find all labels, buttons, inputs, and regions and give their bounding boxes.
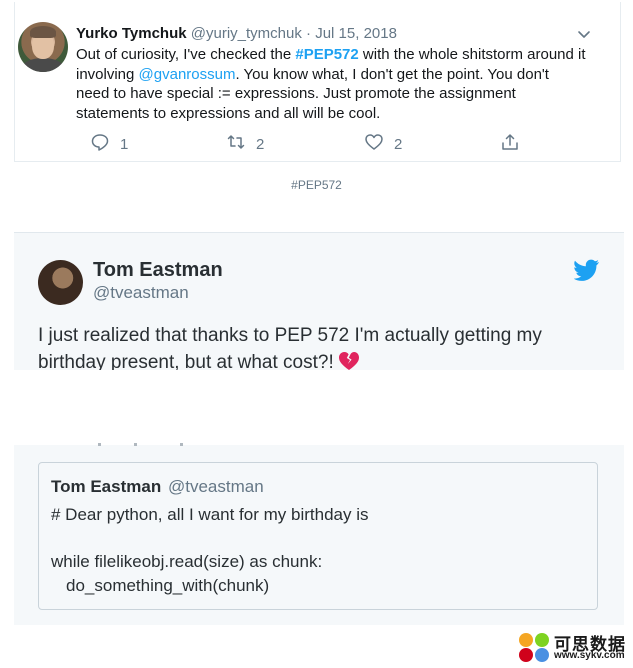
hashtag-link[interactable]: #PEP572	[295, 46, 358, 63]
like-count: 2	[394, 135, 403, 153]
retweet-count: 2	[256, 135, 265, 153]
quoted-author-name: Tom Eastman	[51, 477, 162, 496]
like-button[interactable]: 2	[364, 133, 402, 155]
tweet-text: Out of curiosity, I've checked the #PEP5…	[76, 45, 586, 123]
twitter-bird-icon	[573, 259, 600, 281]
broken-heart-icon	[338, 351, 360, 371]
heart-outline-icon	[364, 132, 384, 156]
tweet-header: Yurko Tymchuk @yuriy_tymchuk · Jul 15, 2…	[76, 24, 397, 44]
reply-button[interactable]: 1	[90, 133, 128, 155]
watermark: 可思数据 www.sykv.com	[517, 629, 631, 665]
avatar	[38, 260, 83, 305]
retweet-icon	[226, 132, 246, 156]
watermark-url: www.sykv.com	[554, 650, 625, 661]
watermark-logo-icon	[519, 633, 549, 662]
author-name[interactable]: Yurko Tymchuk	[76, 25, 187, 42]
share-icon	[500, 132, 520, 156]
tweet-text-part: Out of curiosity, I've checked the	[76, 46, 296, 63]
avatar[interactable]	[18, 22, 68, 72]
author-handle[interactable]: @yuriy_tymchuk	[191, 25, 302, 42]
quoted-text-line: do_something_with(chunk)	[66, 576, 270, 595]
hashtag-caption: #PEP572	[291, 178, 342, 192]
mention-link[interactable]: @gvanrossum	[139, 66, 236, 83]
retweet-button[interactable]: 2	[226, 133, 264, 155]
image-gap	[0, 370, 633, 445]
tweet-text-body: I just realized that thanks to PEP 572 I…	[38, 325, 542, 373]
tweet-text: I just realized that thanks to PEP 572 I…	[38, 322, 598, 376]
chevron-down-icon[interactable]	[576, 26, 592, 42]
share-button[interactable]	[500, 133, 520, 155]
author-handle: @tveastman	[93, 283, 189, 302]
separator: ·	[301, 25, 316, 42]
author-name: Tom Eastman	[93, 259, 223, 281]
quoted-text-line: while filelikeobj.read(size) as chunk:	[51, 552, 323, 571]
reply-count: 1	[120, 135, 129, 153]
reply-icon	[90, 132, 110, 156]
tweet-date[interactable]: Jul 15, 2018	[315, 25, 397, 42]
quoted-text-line: # Dear python, all I want for my birthda…	[51, 505, 369, 524]
quoted-author-handle: @tveastman	[168, 477, 264, 496]
